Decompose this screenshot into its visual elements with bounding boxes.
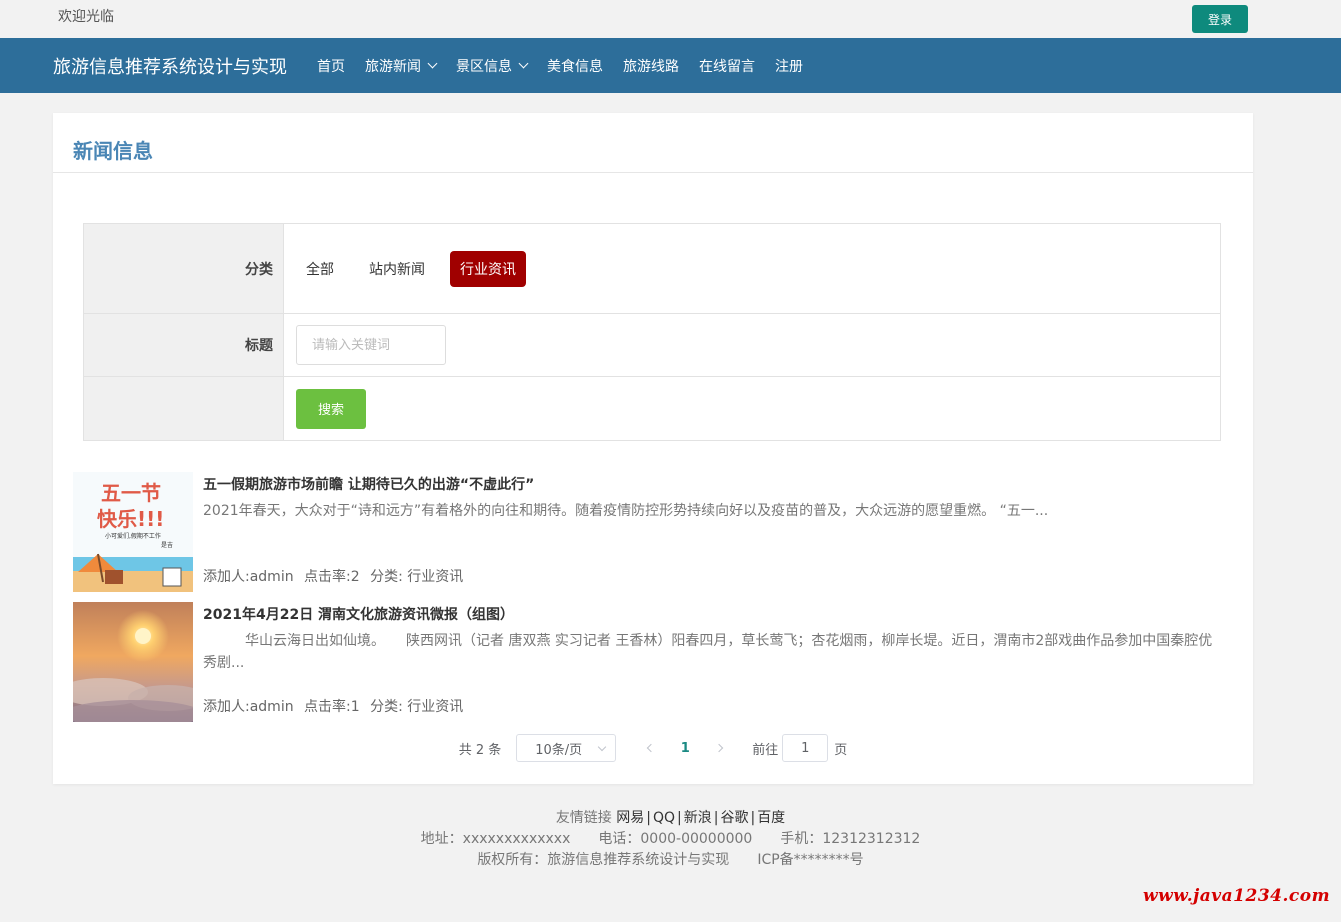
thumb-text-line1: 五一节 — [101, 481, 161, 505]
news-summary: 2021年春天，大众对于“诗和远方”有着格外的向往和期待。随着疫情防控形势持续向… — [203, 503, 1049, 519]
category-label: 分类 — [84, 224, 284, 313]
news-thumbnail[interactable] — [73, 602, 193, 722]
search-button[interactable]: 搜索 — [296, 388, 366, 429]
news-clicks: 点击率:1 — [304, 699, 360, 715]
title-row: 标题 — [84, 314, 1220, 377]
nav-travel-news-label: 旅游新闻 — [365, 58, 421, 75]
login-button[interactable]: 登录 — [1192, 5, 1248, 33]
navbar: 旅游信息推荐系统设计与实现 首页 旅游新闻 景区信息 美食信息 旅游线路 在线留… — [0, 38, 1341, 93]
category-site-news[interactable]: 站内新闻 — [359, 251, 435, 287]
nav-travel-news[interactable]: 旅游新闻 — [365, 56, 438, 76]
nav-scenic-info[interactable]: 景区信息 — [456, 56, 529, 76]
nav-food-info-label: 美食信息 — [547, 58, 603, 75]
page-number-current[interactable]: 1 — [670, 741, 700, 756]
news-meta: 添加人:admin 点击率:1 分类: 行业资讯 — [203, 696, 469, 716]
search-row: 搜索 — [84, 377, 1220, 440]
chevron-left-icon — [647, 743, 656, 753]
nav-online-message-label: 在线留言 — [699, 58, 755, 75]
nav-scenic-info-label: 景区信息 — [456, 58, 512, 75]
category-all[interactable]: 全部 — [296, 251, 344, 287]
footer-copyright: 版权所有：旅游信息推荐系统设计与实现 — [477, 852, 730, 868]
title-field-cell — [284, 314, 1220, 376]
news-meta: 添加人:admin 点击率:2 分类: 行业资讯 — [203, 566, 469, 586]
link-wangyi[interactable]: 网易 — [616, 810, 644, 826]
title-label: 标题 — [84, 314, 284, 376]
pagination-total: 共 2 条 — [458, 742, 502, 758]
nav-register-label: 注册 — [775, 58, 803, 75]
news-category: 分类: 行业资讯 — [370, 699, 464, 715]
thumb-text-line4: 是吉 — [161, 542, 173, 549]
footer-mobile: 手机：12312312312 — [780, 831, 921, 847]
nav-home-label: 首页 — [317, 58, 345, 75]
footer-phone: 电话：0000-00000000 — [598, 831, 753, 847]
filter-table: 分类 全部 站内新闻 行业资讯 标题 搜索 — [83, 223, 1221, 441]
news-summary: 华山云海日出如仙境。 陕西网讯（记者 唐双燕 实习记者 王香林）阳春四月，草长莺… — [203, 633, 1213, 671]
nav-online-message[interactable]: 在线留言 — [699, 56, 755, 76]
top-bar: 欢迎光临 登录 — [0, 0, 1341, 38]
news-category: 分类: 行业资讯 — [370, 569, 464, 585]
nav-food-info[interactable]: 美食信息 — [547, 56, 603, 76]
link-baidu[interactable]: 百度 — [757, 810, 785, 826]
chevron-right-icon — [715, 743, 724, 753]
empty-label — [84, 377, 284, 440]
category-industry-news[interactable]: 行业资讯 — [450, 250, 526, 287]
goto-suffix: 页 — [834, 742, 848, 758]
news-item[interactable]: 2021年4月22日 渭南文化旅游资讯微报（组图） 华山云海日出如仙境。 陕西网… — [73, 602, 1233, 722]
may-day-holiday-image: 五一节 快乐!!! 小可爱们,假期不工作 是吉 — [73, 472, 193, 592]
page-title: 新闻信息 — [73, 139, 153, 163]
chevron-down-icon — [427, 58, 438, 69]
page-size-select[interactable]: 10条/页 — [516, 734, 617, 762]
link-google[interactable]: 谷歌 — [720, 810, 748, 826]
news-author: 添加人:admin — [203, 699, 294, 715]
welcome-text: 欢迎光临 — [58, 9, 114, 25]
divider — [53, 172, 1253, 173]
link-qq[interactable]: QQ — [653, 810, 675, 826]
nav-travel-routes[interactable]: 旅游线路 — [623, 56, 679, 76]
news-author: 添加人:admin — [203, 569, 294, 585]
link-sina[interactable]: 新浪 — [684, 810, 712, 826]
keyword-input[interactable] — [296, 325, 446, 365]
category-row: 分类 全部 站内新闻 行业资讯 — [84, 224, 1220, 314]
footer-icp: ICP备********号 — [757, 852, 864, 868]
news-title[interactable]: 五一假期旅游市场前瞻 让期待已久的出游“不虚此行” — [203, 474, 534, 494]
category-options: 全部 站内新闻 行业资讯 — [284, 224, 1220, 313]
news-clicks: 点击率:2 — [304, 569, 360, 585]
thumb-text-line2: 快乐!!! — [97, 507, 164, 531]
footer-links: 友情链接 网易 | QQ | 新浪 | 谷歌 | 百度 — [555, 810, 786, 826]
footer-contact: 地址：xxxxxxxxxxxxx 电话：0000-00000000 手机：12312… — [0, 829, 1341, 850]
page-size-value: 10条/页 — [535, 742, 583, 758]
nav-travel-routes-label: 旅游线路 — [623, 58, 679, 75]
goto-page-input[interactable] — [782, 734, 829, 762]
news-thumbnail[interactable]: 五一节 快乐!!! 小可爱们,假期不工作 是吉 — [73, 472, 193, 592]
search-cell: 搜索 — [284, 377, 1220, 440]
sunrise-sea-of-clouds-image — [73, 602, 193, 722]
news-title[interactable]: 2021年4月22日 渭南文化旅游资讯微报（组图） — [203, 604, 514, 624]
pagination: 共 2 条 10条/页 1 前往 页 — [53, 733, 1253, 763]
page-jumper: 前往 页 — [752, 734, 847, 762]
chevron-down-icon — [598, 742, 607, 751]
news-panel: 新闻信息 分类 全部 站内新闻 行业资讯 标题 搜索 — [53, 113, 1253, 784]
watermark: www.java1234.com — [1143, 886, 1331, 906]
nav-home[interactable]: 首页 — [317, 56, 345, 76]
footer-address: 地址：xxxxxxxxxxxxx — [420, 831, 571, 847]
news-item[interactable]: 五一节 快乐!!! 小可爱们,假期不工作 是吉 五一假期旅游市场前瞻 让期待已久… — [73, 472, 1233, 592]
prev-page-button[interactable] — [636, 743, 666, 753]
nav-register[interactable]: 注册 — [775, 56, 803, 76]
links-label: 友情链接 — [555, 810, 612, 826]
footer: 友情链接 网易 | QQ | 新浪 | 谷歌 | 百度 地址：xxxxxxxxxxxxx 电话：0… — [0, 808, 1341, 871]
chevron-down-icon — [518, 58, 529, 69]
goto-prefix: 前往 — [752, 742, 779, 758]
footer-copyright-line: 版权所有：旅游信息推荐系统设计与实现 ICP备********号 — [0, 850, 1341, 871]
next-page-button[interactable] — [704, 743, 734, 753]
site-brand[interactable]: 旅游信息推荐系统设计与实现 — [53, 53, 287, 79]
thumb-text-line3: 小可爱们,假期不工作 — [105, 532, 161, 540]
